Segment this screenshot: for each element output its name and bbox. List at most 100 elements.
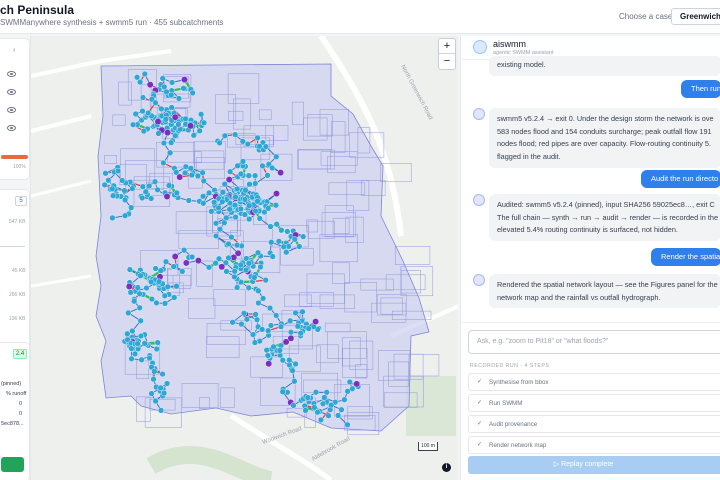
junction-node [168,104,175,111]
junction-node [146,182,153,190]
junction-node [212,232,220,240]
recorded-run-title: RECORDED RUN · 4 STEPS [470,363,550,369]
junction-node [199,169,206,176]
junction-node [245,172,252,179]
junction-node [260,295,267,302]
divider [461,322,720,323]
junction-node [175,95,183,102]
check-icon: ✓ [477,379,483,385]
junction-node [139,194,146,202]
junction-node [145,109,152,117]
network-map[interactable]: North Greenwich Road Woolwich Road Aldeb… [30,36,458,480]
eye-icon[interactable] [7,125,16,131]
collapse-chevron-icon[interactable]: ‹ [13,47,15,54]
junction-node [263,347,270,354]
step-render[interactable]: ✓ Render network map [468,436,720,454]
page-title: ch Peninsula [0,3,75,17]
info-icon[interactable]: i [442,463,451,472]
junction-node [159,75,166,82]
junction-node [277,323,285,330]
junction-node [141,340,148,347]
junction-node [148,390,155,397]
junction-node [323,389,330,396]
junction-node [264,352,271,359]
junction-node [231,268,238,275]
junction-node [251,339,259,346]
case-selector[interactable]: Greenwich P [671,8,720,25]
audit-runoff: % runoff [6,391,27,397]
junction-node [249,331,257,338]
junction-node [157,407,165,414]
flooded-node [182,259,190,267]
junction-node [238,321,245,328]
junction-node [206,189,213,197]
junction-node [226,206,233,213]
junction-node [151,368,158,375]
zoom-out-button[interactable]: − [439,54,455,69]
junction-node [234,284,241,291]
eye-icon[interactable] [7,89,16,95]
message-line: flagged in the audit. [497,151,561,161]
chat-panel: aiswmm agentic SWMM assistant existing m… [460,36,720,480]
junction-node [254,198,261,205]
junction-node [341,396,348,403]
export-button[interactable] [1,457,24,472]
junction-node [190,132,197,139]
junction-node [208,208,215,215]
junction-node [317,416,325,424]
junction-node [234,162,241,169]
step-run[interactable]: ✓ Run SWMM [468,394,720,412]
junction-node [171,294,178,301]
junction-node [212,260,219,267]
junction-node [140,127,147,135]
junction-node [335,412,342,419]
junction-node [278,227,285,234]
junction-node [237,170,245,178]
junction-node [136,78,144,86]
files-count-badge: 5 [15,196,27,206]
zoom-in-button[interactable]: + [439,39,455,54]
junction-node [254,249,262,256]
junction-node [246,202,253,209]
divider [0,246,25,247]
eye-icon[interactable] [7,71,16,77]
junction-node [187,165,194,172]
junction-node [139,107,146,115]
flooded-node [164,129,172,137]
junction-node [344,388,351,395]
chat-input[interactable]: Ask, e.g. "zoom to Pit18" or "what flood… [468,330,720,354]
junction-node [304,394,312,401]
junction-node [146,355,153,362]
junction-node [216,226,224,233]
junction-node [321,394,328,401]
junction-node [162,116,169,123]
junction-node [200,119,208,126]
junction-node [109,192,117,199]
junction-node [269,164,276,172]
junction-node [173,189,180,197]
junction-node [189,253,196,261]
junction-node [311,404,318,411]
eye-icon[interactable] [7,107,16,113]
junction-node [139,183,147,190]
junction-node [189,89,196,97]
junction-node [265,205,272,212]
message-line: The full chain — synth → run → audit → r… [497,212,719,222]
junction-node [299,308,306,315]
junction-node [267,223,274,230]
replay-button[interactable]: ▷ Replay complete [468,456,720,474]
step-audit[interactable]: ✓ Audit provenance [468,415,720,433]
junction-node [287,329,295,336]
junction-node [284,228,291,235]
junction-node [137,332,145,340]
map-canvas[interactable]: North Greenwich Road Woolwich Road Aldeb… [31,36,458,480]
junction-node [300,233,307,240]
junction-node [161,292,168,299]
flooded-node [154,118,162,126]
top-bar: ch Peninsula SWMManywhere synthesis + sw… [0,0,720,34]
junction-node [161,300,169,307]
junction-node [338,406,345,413]
check-icon: ✓ [477,400,483,406]
junction-node [243,316,251,323]
step-synthesise[interactable]: ✓ Synthesise from bbox [468,373,720,391]
